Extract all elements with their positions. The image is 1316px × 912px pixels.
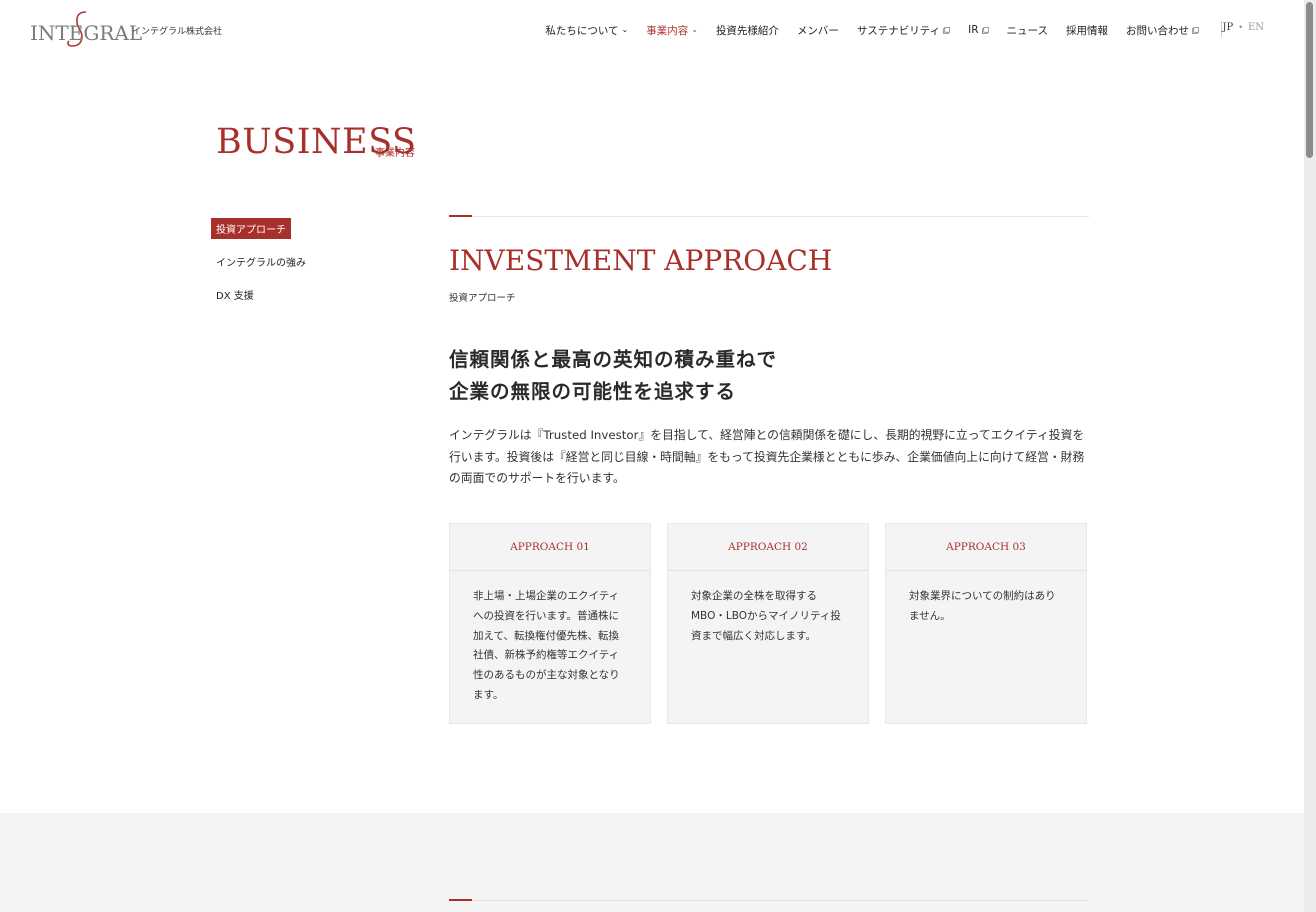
- nav-item-contact[interactable]: お問い合わせ: [1126, 23, 1199, 38]
- section-title: INVESTMENT APPROACH: [449, 244, 833, 277]
- nav-label: ニュース: [1006, 24, 1048, 37]
- page-scrollbar[interactable]: [1304, 0, 1316, 912]
- section-headline: 信頼関係と最高の英知の積み重ねで 企業の無限の可能性を追求する: [449, 344, 1089, 408]
- nav-item-portfolio[interactable]: 投資先様紹介: [716, 23, 779, 38]
- lang-separator: •: [1238, 23, 1243, 32]
- side-item-investment-approach[interactable]: 投資アプローチ: [211, 218, 291, 239]
- nav-item-news[interactable]: ニュース: [1007, 23, 1048, 38]
- card-text: 非上場・上場企業のエクイティへの投資を行います。普通株に加えて、転換権付優先株、…: [473, 590, 620, 701]
- nav-label: サステナビリティ: [856, 24, 941, 37]
- integral-logo[interactable]: INTEGRAL: [30, 11, 142, 52]
- card-title: APPROACH 01: [450, 524, 650, 571]
- main-nav: 私たちについて ⌄ 事業内容 ⌄ 投資先様紹介 メンバー サステナビリティ IR…: [527, 22, 1199, 38]
- chevron-down-icon: ⌄: [691, 24, 698, 34]
- nav-item-sustainability[interactable]: サステナビリティ: [856, 23, 951, 38]
- external-link-icon: [1192, 26, 1199, 34]
- nav-label: 投資先様紹介: [715, 24, 779, 37]
- side-item-strengths[interactable]: インテグラルの強み: [211, 251, 311, 272]
- nav-item-recruit[interactable]: 採用情報: [1066, 23, 1108, 38]
- section-body: インテグラルは『Trusted Investor』を目指して、経営陣との信頼関係…: [449, 428, 1085, 485]
- external-link-icon: [943, 26, 951, 34]
- section-subtitle: 投資アプローチ: [449, 293, 516, 304]
- card-text: 対象企業の全株を取得するMBO・LBOからマイノリティ投資まで幅広く対応します。: [691, 590, 841, 642]
- nav-item-ir[interactable]: IR: [968, 24, 989, 36]
- lang-jp-link[interactable]: JP: [1222, 22, 1233, 33]
- approach-card-01: APPROACH 01 非上場・上場企業のエクイティへの投資を行います。普通株に…: [449, 523, 651, 724]
- next-section-band: [0, 813, 1304, 912]
- nav-label: お問い合わせ: [1126, 24, 1189, 37]
- headline-line-2: 企業の無限の可能性を追求する: [449, 380, 737, 403]
- nav-label: 採用情報: [1066, 24, 1108, 37]
- approach-card-03: APPROACH 03 対象業界についての制約はありません。: [885, 523, 1087, 724]
- scrollbar-thumb[interactable]: [1306, 2, 1313, 158]
- nav-label: メンバー: [796, 24, 839, 37]
- side-item-dx-support[interactable]: DX 支援: [211, 284, 259, 305]
- card-title: APPROACH 03: [886, 524, 1086, 571]
- next-section-divider: [449, 900, 1089, 901]
- nav-label: 事業内容: [646, 24, 689, 37]
- section-accent-bar: [449, 215, 472, 217]
- approach-card-02: APPROACH 02 対象企業の全株を取得するMBO・LBOからマイノリティ投…: [667, 523, 869, 724]
- section-divider: [449, 216, 1089, 217]
- side-nav: 投資アプローチ インテグラルの強み DX 支援: [211, 218, 391, 317]
- headline-line-1: 信頼関係と最高の英知の積み重ねで: [449, 348, 778, 371]
- lang-en-link[interactable]: EN: [1248, 22, 1264, 33]
- logo-wordmark: INTEGRAL: [30, 21, 143, 45]
- next-section-accent-bar: [449, 899, 472, 901]
- nav-item-about[interactable]: 私たちについて ⌄: [545, 23, 628, 38]
- company-name: インテグラル株式会社: [132, 27, 223, 37]
- nav-item-members[interactable]: メンバー: [797, 23, 839, 38]
- card-title: APPROACH 02: [668, 524, 868, 571]
- nav-item-business[interactable]: 事業内容 ⌄: [646, 23, 698, 38]
- language-switcher: JP • EN: [1222, 22, 1264, 33]
- card-text: 対象業界についての制約はありません。: [909, 590, 1056, 622]
- nav-label: 私たちについて: [545, 24, 619, 37]
- site-header: INTEGRAL インテグラル株式会社 私たちについて ⌄ 事業内容 ⌄ 投資先…: [0, 0, 1304, 60]
- nav-label: IR: [968, 24, 979, 36]
- chevron-down-icon: ⌄: [621, 24, 629, 34]
- external-link-icon: [981, 26, 989, 34]
- page-subtitle: 事業内容: [375, 148, 415, 159]
